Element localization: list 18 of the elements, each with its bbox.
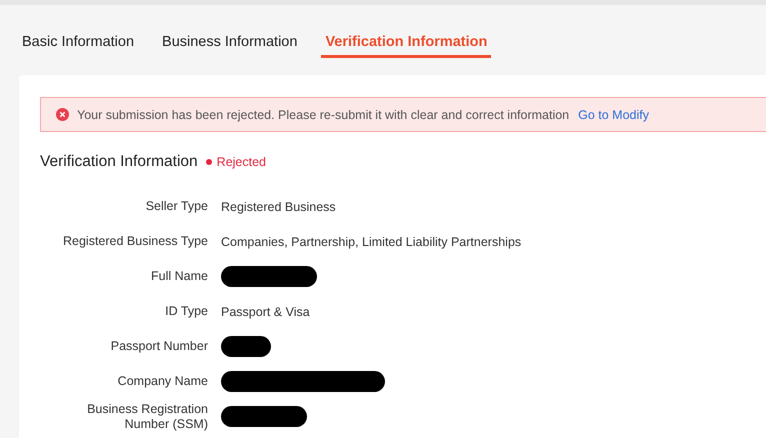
field-value: Passport & Visa [221,304,310,318]
field-value: Companies, Partnership, Limited Liability Partnerships [221,234,522,248]
section-title: Verification Information [40,153,198,171]
field-label: Seller Type [144,199,208,214]
tab[interactable]: Basic Information [22,23,134,58]
field-value: Registered Business [221,200,336,214]
field-label: Business Registration Number (SSM) [86,402,208,431]
field-label: Company Name [116,374,208,389]
field-label: Registered Business Type [62,234,208,249]
redaction-bar [221,336,271,357]
field-label: Passport Number [110,339,208,354]
status-badge: Rejected [206,155,266,169]
tab[interactable]: Business Information [162,23,298,58]
field-label: Full Name [150,269,208,284]
alert-message: Your submission has been rejected. Please re-submit it with clear and correct information [77,108,570,122]
error-icon [56,108,69,121]
field-label: ID Type [164,304,208,319]
modify-link[interactable]: Go to Modify [578,108,650,122]
